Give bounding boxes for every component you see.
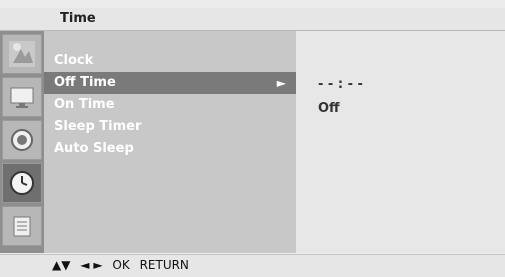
submenu-arrow-icon: ► xyxy=(276,76,286,90)
audio-icon[interactable] xyxy=(2,120,42,160)
menu-item-clock[interactable]: Clock xyxy=(44,50,296,72)
off-time-value: - - : - - xyxy=(318,77,363,92)
menu-item-label: Clock xyxy=(54,53,94,68)
left-right-arrows-icon: ◄ ► xyxy=(80,258,103,272)
option-icon-graphic xyxy=(13,216,31,237)
navigation-hints: ▲▼ ◄ ► OK RETURN xyxy=(52,258,195,272)
time-icon-graphic xyxy=(10,171,34,195)
menu-item-auto-sleep[interactable]: Auto Sleep xyxy=(44,138,296,160)
menu-icon-column xyxy=(0,31,44,253)
tv-osd-time-menu: Time Clock Off Time ► On Time Sleep Time… xyxy=(0,0,505,277)
menu-item-label: Auto Sleep xyxy=(54,141,134,156)
menu-item-sleep-timer[interactable]: Sleep Timer xyxy=(44,116,296,138)
time-icon[interactable] xyxy=(2,163,42,203)
value-panel: - - : - - Off xyxy=(296,31,505,253)
ok-hint: OK xyxy=(112,258,130,272)
return-hint: RETURN xyxy=(139,258,189,272)
option-icon[interactable] xyxy=(2,206,42,246)
menu-item-on-time[interactable]: On Time xyxy=(44,94,296,116)
off-time-state: Off xyxy=(318,101,340,116)
time-menu-list: Clock Off Time ► On Time Sleep Timer Aut… xyxy=(44,31,296,253)
navigation-hint-bar: ▲▼ ◄ ► OK RETURN xyxy=(0,254,505,277)
menu-item-off-time[interactable]: Off Time ► xyxy=(44,72,296,94)
up-down-arrows-icon: ▲▼ xyxy=(52,258,71,272)
screen-icon[interactable] xyxy=(2,77,42,117)
screen-icon-graphic xyxy=(10,87,34,108)
audio-icon-graphic xyxy=(11,129,33,151)
menu-item-label: Sleep Timer xyxy=(54,119,142,134)
title-bar: Time xyxy=(0,8,505,31)
menu-item-label: Off Time xyxy=(54,75,116,90)
menu-item-label: On Time xyxy=(54,97,115,112)
picture-icon-graphic xyxy=(9,41,35,67)
picture-icon[interactable] xyxy=(2,34,42,74)
menu-title: Time xyxy=(60,11,96,26)
